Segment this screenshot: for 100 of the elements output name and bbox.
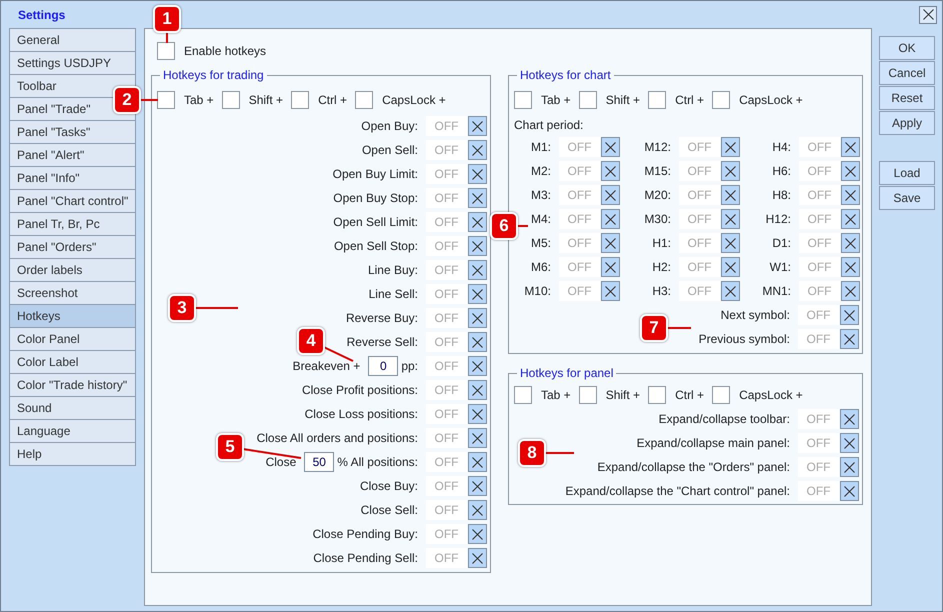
hotkey-field[interactable]: OFF: [426, 500, 467, 520]
checkbox[interactable]: [355, 91, 374, 109]
clear-button[interactable]: [468, 332, 487, 352]
clear-button[interactable]: [468, 116, 487, 136]
hotkey-field[interactable]: OFF: [426, 236, 467, 256]
dialog-button[interactable]: Reset: [879, 86, 935, 110]
clear-button[interactable]: [721, 281, 740, 301]
clear-button[interactable]: [468, 476, 487, 496]
hotkey-field[interactable]: OFF: [679, 161, 720, 181]
hotkey-field[interactable]: OFF: [679, 209, 720, 229]
hotkey-field[interactable]: OFF: [426, 452, 467, 472]
checkbox[interactable]: [514, 386, 532, 404]
clear-button[interactable]: [468, 236, 487, 256]
clear-button[interactable]: [840, 481, 859, 501]
hotkey-field[interactable]: OFF: [426, 356, 467, 376]
checkbox[interactable]: [712, 91, 730, 109]
checkbox[interactable]: [578, 386, 597, 404]
clear-button[interactable]: [721, 209, 740, 229]
clear-button[interactable]: [601, 161, 620, 181]
checkbox[interactable]: [712, 386, 730, 404]
hotkey-field[interactable]: OFF: [798, 305, 839, 325]
hotkey-field[interactable]: OFF: [798, 457, 839, 477]
clear-button[interactable]: [840, 457, 859, 477]
clear-button[interactable]: [841, 209, 860, 229]
clear-button[interactable]: [721, 137, 740, 157]
clear-button[interactable]: [468, 548, 487, 568]
clear-button[interactable]: [601, 209, 620, 229]
clear-button[interactable]: [468, 452, 487, 472]
hotkey-field[interactable]: OFF: [426, 164, 467, 184]
hotkey-field[interactable]: OFF: [798, 481, 839, 501]
sidebar-item[interactable]: Hotkeys: [9, 304, 136, 328]
hotkey-field[interactable]: OFF: [679, 137, 720, 157]
sidebar-item[interactable]: Panel "Chart control": [9, 189, 136, 213]
sidebar-item[interactable]: Screenshot: [9, 281, 136, 305]
hotkey-field[interactable]: OFF: [426, 140, 467, 160]
hotkey-field[interactable]: OFF: [798, 329, 839, 349]
dialog-button[interactable]: OK: [879, 36, 935, 60]
hotkey-field[interactable]: OFF: [559, 185, 600, 205]
clear-button[interactable]: [721, 161, 740, 181]
sidebar-item[interactable]: Order labels: [9, 258, 136, 282]
clear-button[interactable]: [468, 140, 487, 160]
close-button[interactable]: [919, 6, 937, 24]
clear-button[interactable]: [840, 409, 859, 429]
hotkey-field[interactable]: OFF: [559, 257, 600, 277]
sidebar-item[interactable]: Color Panel: [9, 327, 136, 351]
checkbox[interactable]: [222, 91, 240, 109]
clear-button[interactable]: [841, 281, 860, 301]
hotkey-field[interactable]: OFF: [426, 476, 467, 496]
clear-button[interactable]: [468, 524, 487, 544]
checkbox[interactable]: [157, 91, 175, 109]
checkbox[interactable]: [291, 91, 310, 109]
hotkey-field[interactable]: OFF: [559, 161, 600, 181]
hotkey-field[interactable]: OFF: [426, 380, 467, 400]
clear-button[interactable]: [468, 212, 487, 232]
sidebar-item[interactable]: Panel Tr, Br, Pc: [9, 212, 136, 236]
hotkey-field[interactable]: OFF: [426, 548, 467, 568]
clear-button[interactable]: [840, 305, 859, 325]
checkbox[interactable]: [578, 91, 597, 109]
hotkey-field[interactable]: OFF: [426, 308, 467, 328]
number-field[interactable]: 0: [368, 356, 398, 376]
clear-button[interactable]: [468, 188, 487, 208]
clear-button[interactable]: [468, 284, 487, 304]
hotkey-field[interactable]: OFF: [426, 524, 467, 544]
hotkey-field[interactable]: OFF: [426, 284, 467, 304]
clear-button[interactable]: [841, 185, 860, 205]
clear-button[interactable]: [601, 233, 620, 253]
clear-button[interactable]: [840, 433, 859, 453]
hotkey-field[interactable]: OFF: [799, 209, 840, 229]
hotkey-field[interactable]: OFF: [426, 116, 467, 136]
clear-button[interactable]: [601, 257, 620, 277]
clear-button[interactable]: [841, 161, 860, 181]
hotkey-field[interactable]: OFF: [679, 185, 720, 205]
clear-button[interactable]: [601, 281, 620, 301]
sidebar-item[interactable]: Panel "Orders": [9, 235, 136, 259]
sidebar-item[interactable]: Panel "Alert": [9, 143, 136, 167]
clear-button[interactable]: [841, 137, 860, 157]
hotkey-field[interactable]: OFF: [799, 161, 840, 181]
sidebar-item[interactable]: General: [9, 28, 136, 52]
clear-button[interactable]: [468, 380, 487, 400]
clear-button[interactable]: [721, 233, 740, 253]
hotkey-field[interactable]: OFF: [799, 137, 840, 157]
clear-button[interactable]: [721, 257, 740, 277]
hotkey-field[interactable]: OFF: [799, 257, 840, 277]
clear-button[interactable]: [468, 164, 487, 184]
hotkey-field[interactable]: OFF: [679, 281, 720, 301]
hotkey-field[interactable]: OFF: [426, 188, 467, 208]
checkbox[interactable]: [648, 91, 666, 109]
clear-button[interactable]: [468, 260, 487, 280]
hotkey-field[interactable]: OFF: [559, 137, 600, 157]
hotkey-field[interactable]: OFF: [426, 428, 467, 448]
hotkey-field[interactable]: OFF: [426, 260, 467, 280]
hotkey-field[interactable]: OFF: [799, 233, 840, 253]
clear-button[interactable]: [721, 185, 740, 205]
hotkey-field[interactable]: OFF: [799, 281, 840, 301]
clear-button[interactable]: [601, 137, 620, 157]
hotkey-field[interactable]: OFF: [426, 212, 467, 232]
number-field[interactable]: 50: [304, 452, 334, 472]
file-button[interactable]: Load: [879, 161, 935, 185]
clear-button[interactable]: [468, 308, 487, 328]
hotkey-field[interactable]: OFF: [679, 257, 720, 277]
